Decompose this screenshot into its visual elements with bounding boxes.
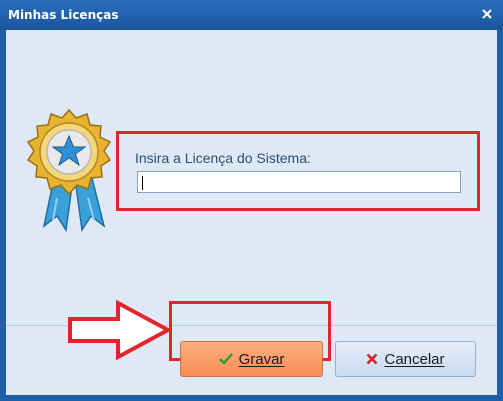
cancel-button[interactable]: Cancelar — [335, 341, 476, 377]
save-button[interactable]: Gravar — [180, 341, 323, 377]
license-dialog-window: Minhas Licenças Insira a Licença do Sist… — [0, 0, 503, 401]
license-input[interactable] — [137, 171, 461, 193]
cancel-button-label: Cancelar — [384, 350, 445, 368]
x-icon — [366, 353, 378, 365]
close-icon[interactable] — [479, 6, 495, 22]
license-annotation-box: Insira a Licença do Sistema: — [116, 131, 480, 211]
title-bar: Minhas Licenças — [0, 0, 503, 30]
arrow-right-annotation — [68, 299, 173, 361]
save-button-label: Gravar — [238, 350, 285, 368]
window-title: Minhas Licenças — [8, 8, 119, 22]
text-caret — [142, 176, 143, 190]
content-panel: Insira a Licença do Sistema: — [6, 30, 497, 326]
award-ribbon-icon — [26, 108, 112, 233]
check-icon — [218, 353, 233, 365]
license-label: Insira a Licença do Sistema: — [135, 150, 311, 166]
